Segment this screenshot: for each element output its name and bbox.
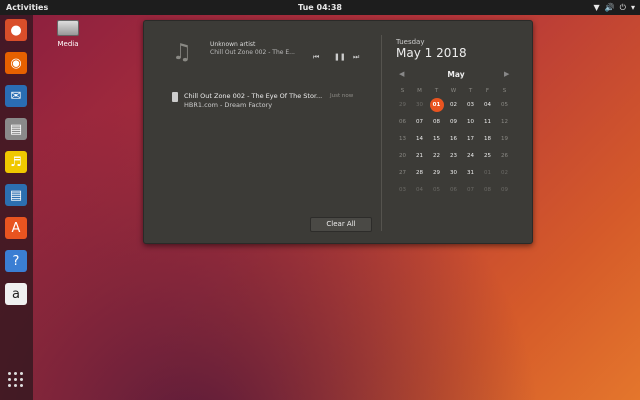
calendar-day[interactable]: 14 xyxy=(411,130,428,147)
calendar-day[interactable]: 24 xyxy=(462,147,479,164)
dock-rhythmbox-icon[interactable]: ♬ xyxy=(5,151,27,173)
calendar-day[interactable]: 07 xyxy=(462,181,479,198)
calendar-day[interactable]: 05 xyxy=(428,181,445,198)
calendar-weekday-header: W xyxy=(450,87,457,94)
notification-app-icon xyxy=(172,92,178,102)
calendar-day[interactable]: 06 xyxy=(445,181,462,198)
show-applications-button[interactable] xyxy=(8,372,24,388)
power-icon[interactable]: ⏻ xyxy=(620,0,626,15)
calendar-day[interactable]: 09 xyxy=(496,181,513,198)
dock-firefox-icon[interactable]: ◉ xyxy=(5,52,27,74)
calendar-day[interactable]: 06 xyxy=(394,113,411,130)
calendar-day-number: 01 xyxy=(429,97,444,112)
desktop-media-icon[interactable]: Media xyxy=(54,20,82,48)
dock-amazon-icon[interactable]: a xyxy=(5,283,27,305)
notification-calendar-panel: ♫ Unknown artist Chill Out Zone 002 - Th… xyxy=(143,20,533,244)
dock-files-icon[interactable]: ▤ xyxy=(5,118,27,140)
calendar-day[interactable]: 07 xyxy=(411,113,428,130)
calendar-day-today[interactable]: 01 xyxy=(428,96,445,113)
calendar-day[interactable]: 18 xyxy=(479,130,496,147)
calendar-weekday-header: S xyxy=(502,87,507,94)
calendar-month: May xyxy=(447,70,465,79)
calendar-day[interactable]: 10 xyxy=(462,113,479,130)
dock-thunderbird-icon[interactable]: ✉ xyxy=(5,85,27,107)
calendar-day[interactable]: 04 xyxy=(479,96,496,113)
clear-all-button[interactable]: Clear All xyxy=(310,217,372,232)
activities-button[interactable]: Activities xyxy=(6,0,48,15)
calendar-day[interactable]: 21 xyxy=(411,147,428,164)
panel-divider xyxy=(381,35,382,231)
notification-time: Just now xyxy=(330,93,354,99)
calendar-weekday-header: T xyxy=(468,87,473,94)
calendar-day[interactable]: 27 xyxy=(394,164,411,181)
calendar-day[interactable]: 31 xyxy=(462,164,479,181)
calendar-weekday[interactable]: Tuesday xyxy=(396,38,424,46)
previous-icon[interactable]: ⏮ xyxy=(313,53,319,62)
calendar-day[interactable]: 08 xyxy=(479,181,496,198)
next-icon[interactable]: ⏭ xyxy=(353,53,359,62)
drive-icon xyxy=(57,20,79,36)
calendar-grid: S M T W T F S 29 30 01 02 03 04 05 06 07 08 09 10 11 12 13 14 1… xyxy=(394,85,524,198)
calendar-day[interactable]: 23 xyxy=(445,147,462,164)
clock-button[interactable]: Tue 04:38 xyxy=(298,3,342,12)
music-note-icon: ♫ xyxy=(172,40,192,65)
calendar-day[interactable]: 03 xyxy=(462,96,479,113)
chevron-down-icon[interactable]: ▾ xyxy=(631,0,635,15)
calendar-day[interactable]: 03 xyxy=(394,181,411,198)
network-icon[interactable]: ▼ xyxy=(594,0,600,15)
system-tray[interactable]: ▼ 🔊 ⏻ ▾ xyxy=(594,0,635,15)
next-month-icon[interactable]: ▶ xyxy=(504,70,509,78)
calendar-day[interactable]: 16 xyxy=(445,130,462,147)
media-track: Chill Out Zone 002 - The E... xyxy=(210,49,295,56)
pause-icon[interactable]: ❚❚ xyxy=(334,53,346,61)
calendar-day[interactable]: 11 xyxy=(479,113,496,130)
dock: ● ◉ ✉ ▤ ♬ ▤ A? a xyxy=(0,15,33,400)
calendar-day[interactable]: 17 xyxy=(462,130,479,147)
clock-area: Tue 04:38 xyxy=(0,0,640,15)
calendar-weekday-header: T xyxy=(434,87,439,94)
calendar-day[interactable]: 02 xyxy=(496,164,513,181)
calendar-day[interactable]: 22 xyxy=(428,147,445,164)
dock-ubuntu-software-updater-icon[interactable]: ● xyxy=(5,19,27,41)
calendar-date[interactable]: May 1 2018 xyxy=(396,46,467,60)
calendar-day[interactable]: 26 xyxy=(496,147,513,164)
calendar-day[interactable]: 02 xyxy=(445,96,462,113)
calendar-day[interactable]: 04 xyxy=(411,181,428,198)
dock-help-icon[interactable]: ? xyxy=(5,250,27,272)
calendar-weekday-header: S xyxy=(400,87,405,94)
dock-libreoffice-writer-icon[interactable]: ▤ xyxy=(5,184,27,206)
calendar-day[interactable]: 28 xyxy=(411,164,428,181)
calendar-day[interactable]: 20 xyxy=(394,147,411,164)
calendar-day[interactable]: 19 xyxy=(496,130,513,147)
calendar-day[interactable]: 25 xyxy=(479,147,496,164)
calendar-weekday-header: F xyxy=(485,87,490,94)
calendar-day[interactable]: 13 xyxy=(394,130,411,147)
notification-subtitle: HBR1.com - Dream Factory xyxy=(184,101,273,109)
calendar-day[interactable]: 15 xyxy=(428,130,445,147)
calendar-day[interactable]: 01 xyxy=(479,164,496,181)
volume-icon[interactable]: 🔊 xyxy=(605,0,615,15)
calendar-weekday-header: M xyxy=(417,87,422,94)
calendar-day[interactable]: 29 xyxy=(428,164,445,181)
calendar-day[interactable]: 08 xyxy=(428,113,445,130)
notification-title: Chill Out Zone 002 - The Eye Of The Stor… xyxy=(184,92,323,100)
dock-ubuntu-software-icon[interactable]: A xyxy=(5,217,27,239)
calendar-day[interactable]: 12 xyxy=(496,113,513,130)
calendar-day[interactable]: 30 xyxy=(411,96,428,113)
media-artist: Unknown artist xyxy=(210,41,256,48)
desktop-media-label: Media xyxy=(57,40,79,48)
calendar-day[interactable]: 30 xyxy=(445,164,462,181)
calendar-day[interactable]: 05 xyxy=(496,96,513,113)
calendar-day[interactable]: 09 xyxy=(445,113,462,130)
top-bar: Activities Tue 04:38 ▼ 🔊 ⏻ ▾ xyxy=(0,0,640,15)
calendar-day[interactable]: 29 xyxy=(394,96,411,113)
